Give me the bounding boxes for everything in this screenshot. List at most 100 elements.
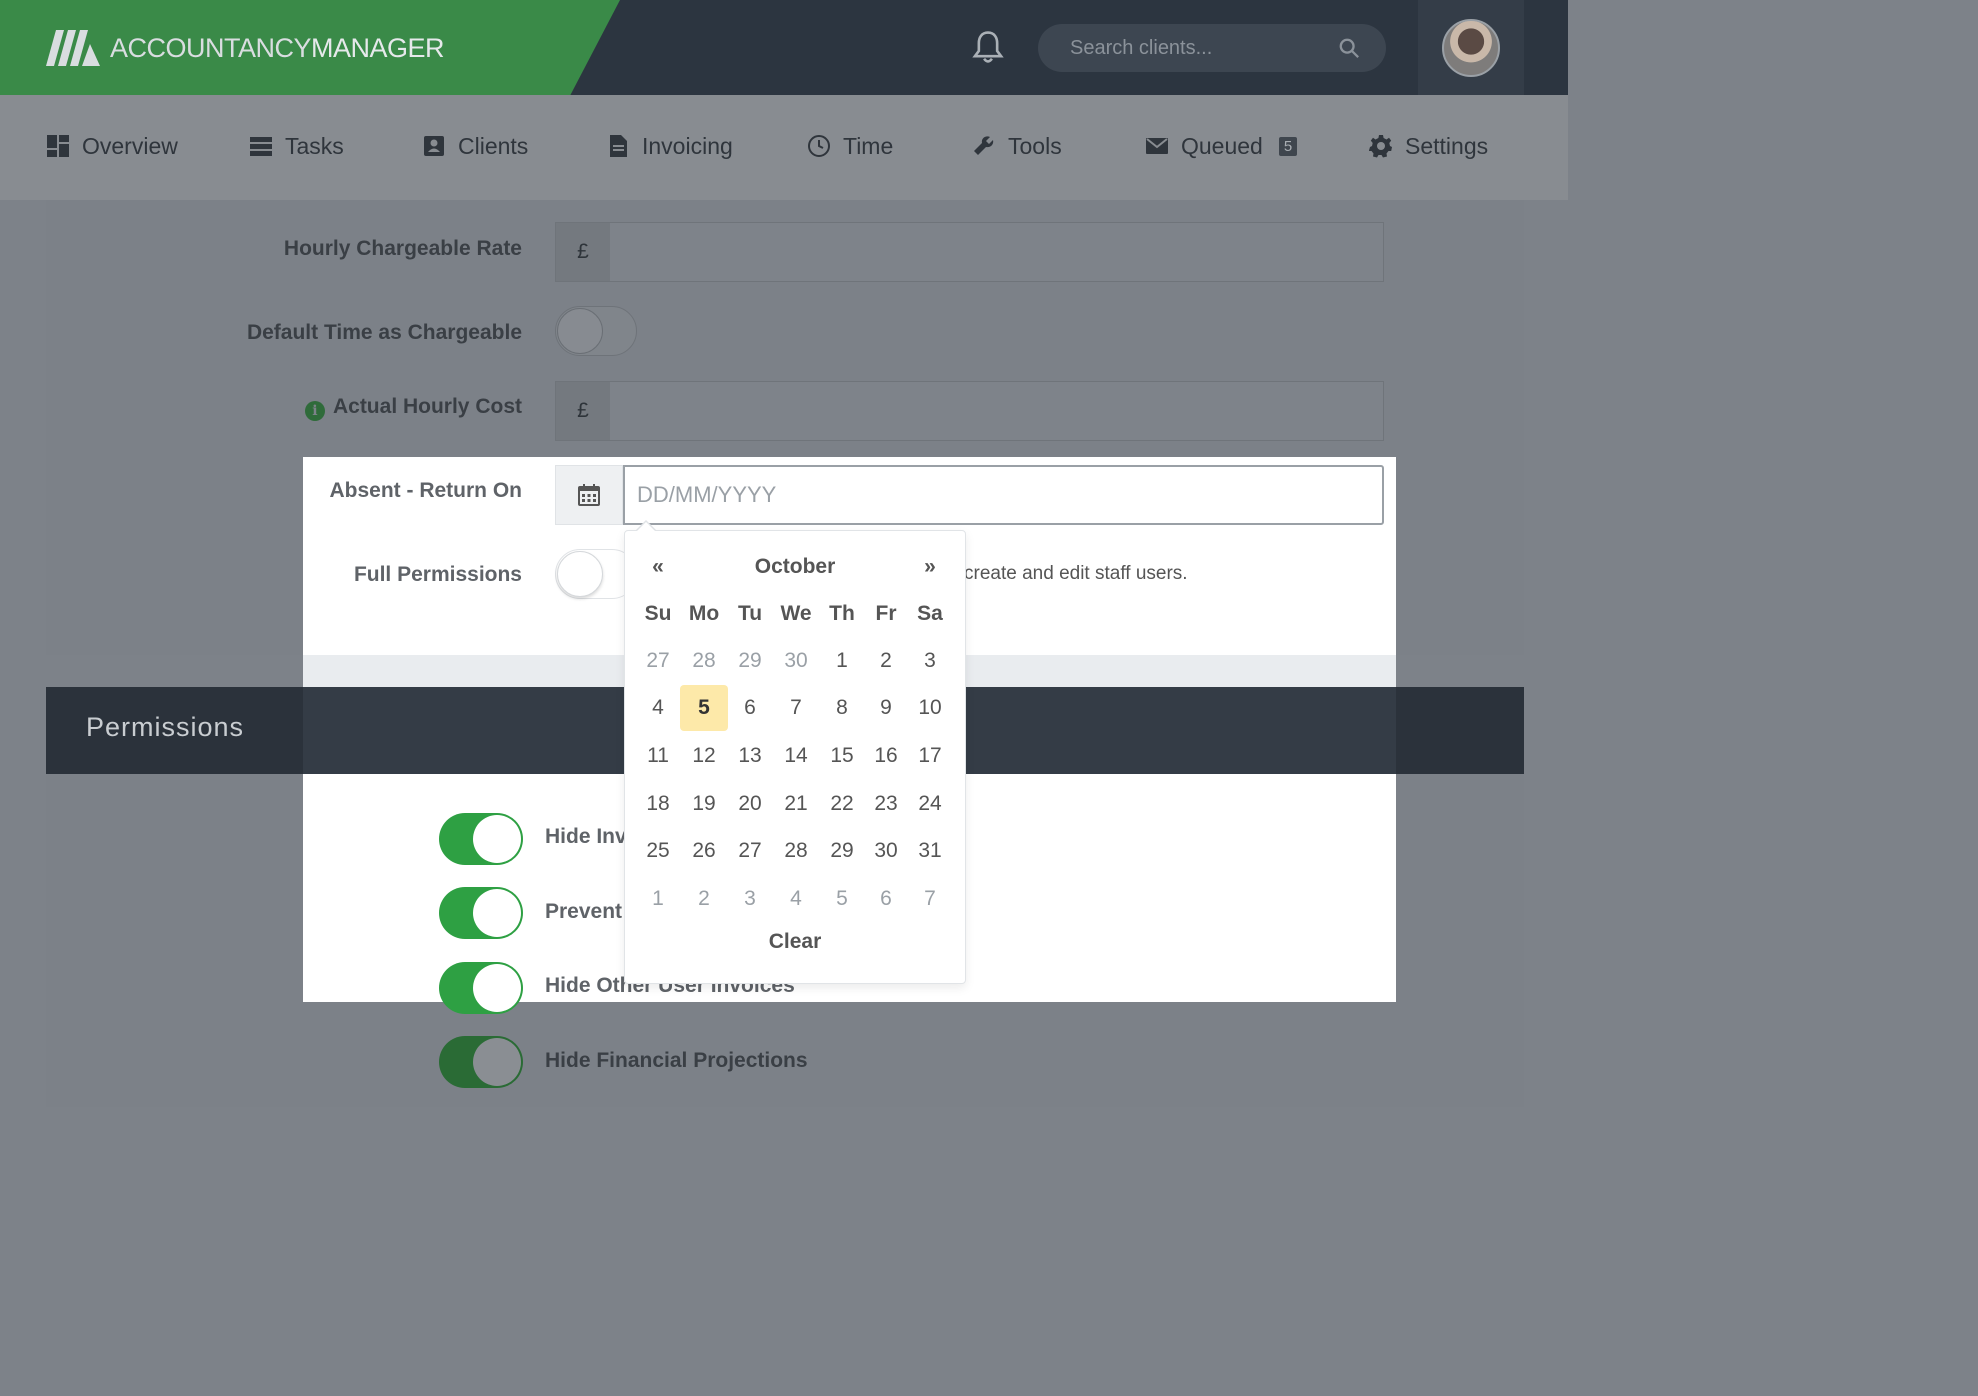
datepicker-clear-button[interactable]: Clear <box>624 930 966 954</box>
actual-cost-label: i Actual Hourly Cost <box>304 395 522 421</box>
datepicker-day[interactable]: 1 <box>819 638 865 684</box>
user-menu[interactable] <box>1418 0 1524 95</box>
datepicker-day[interactable]: 9 <box>863 685 909 731</box>
permissions-title: Permissions <box>86 712 245 742</box>
weekday-header: We <box>780 602 812 625</box>
datepicker-day[interactable]: 14 <box>773 733 819 779</box>
toggle-knob <box>473 1038 521 1086</box>
weekday-header: Tu <box>737 602 763 625</box>
datepicker-day[interactable]: 24 <box>907 781 953 827</box>
hide-projections-toggle[interactable] <box>439 1036 523 1088</box>
return-date-input[interactable] <box>623 465 1384 525</box>
hourly-rate-field[interactable] <box>610 222 1384 282</box>
datepicker-day[interactable]: 19 <box>681 781 727 827</box>
datepicker-prev-button[interactable]: « <box>640 555 676 579</box>
dashboard-icon <box>47 135 69 157</box>
datepicker-day[interactable]: 3 <box>727 876 773 922</box>
datepicker-day[interactable]: 26 <box>681 828 727 874</box>
datepicker-day[interactable]: 15 <box>819 733 865 779</box>
datepicker-day[interactable]: 2 <box>681 876 727 922</box>
calendar-icon <box>578 484 600 506</box>
datepicker-day[interactable]: 2 <box>863 638 909 684</box>
datepicker-day[interactable]: 4 <box>773 876 819 922</box>
logo-mark-icon <box>46 30 100 66</box>
hide-invoicing-toggle[interactable] <box>439 813 523 865</box>
datepicker-day[interactable]: 25 <box>635 828 681 874</box>
datepicker-day[interactable]: 8 <box>819 685 865 731</box>
queued-count-badge: 5 <box>1278 136 1298 156</box>
datepicker-day[interactable]: 27 <box>635 638 681 684</box>
calendar-addon[interactable] <box>555 465 623 525</box>
nav-settings[interactable]: Settings <box>1369 130 1488 162</box>
weekday-header: Sa <box>917 602 943 625</box>
datepicker-day[interactable]: 29 <box>727 638 773 684</box>
clients-icon <box>424 136 444 156</box>
datepicker-day[interactable]: 27 <box>727 828 773 874</box>
datepicker-day[interactable]: 17 <box>907 733 953 779</box>
datepicker-day[interactable]: 30 <box>863 828 909 874</box>
datepicker-day[interactable]: 28 <box>773 828 819 874</box>
nav-time[interactable]: Time <box>807 130 893 162</box>
datepicker-day[interactable]: 16 <box>863 733 909 779</box>
datepicker-day[interactable]: 7 <box>907 876 953 922</box>
datepicker-day[interactable]: 28 <box>681 638 727 684</box>
datepicker-arrow-inner <box>637 522 655 531</box>
datepicker-day[interactable]: 29 <box>819 828 865 874</box>
app-logo[interactable]: ACCOUNTANCYMANAGER <box>46 30 445 66</box>
toggle-knob <box>557 308 603 354</box>
logo-text: ACCOUNTANCYMANAGER <box>110 32 445 63</box>
hide-other-invoices-toggle[interactable] <box>439 962 523 1014</box>
nav-invoicing[interactable]: Invoicing <box>606 130 733 162</box>
return-date-field[interactable] <box>625 467 1382 523</box>
datepicker-day[interactable]: 22 <box>819 781 865 827</box>
currency-addon: £ <box>555 381 611 441</box>
nav-tasks[interactable]: Tasks <box>249 130 344 162</box>
weekday-header: Fr <box>875 602 897 625</box>
nav-overview[interactable]: Overview <box>46 130 178 162</box>
datepicker-day[interactable]: 31 <box>907 828 953 874</box>
search-input[interactable]: Search clients... <box>1038 24 1386 72</box>
datepicker-day[interactable]: 18 <box>635 781 681 827</box>
toggle-knob <box>473 815 521 863</box>
datepicker-day[interactable]: 4 <box>635 685 681 731</box>
avatar[interactable] <box>1442 19 1500 77</box>
nav-tools[interactable]: Tools <box>972 130 1062 162</box>
toggle-knob <box>557 551 603 597</box>
search-placeholder: Search clients... <box>1070 37 1213 59</box>
actual-cost-field[interactable] <box>610 381 1384 441</box>
datepicker-day[interactable]: 20 <box>727 781 773 827</box>
datepicker-next-button[interactable]: » <box>912 555 948 579</box>
datepicker-month-title[interactable]: October <box>700 555 890 579</box>
datepicker-day[interactable]: 21 <box>773 781 819 827</box>
currency-addon: £ <box>555 222 611 282</box>
datepicker-day-selected[interactable]: 5 <box>680 685 728 731</box>
wrench-icon <box>974 136 994 155</box>
hourly-rate-label: Hourly Chargeable Rate <box>283 237 522 260</box>
datepicker-day[interactable]: 6 <box>727 685 773 731</box>
full-permissions-label: Full Permissions <box>353 563 522 586</box>
datepicker-day[interactable]: 1 <box>635 876 681 922</box>
datepicker-day[interactable]: 12 <box>681 733 727 779</box>
datepicker-day[interactable]: 7 <box>773 685 819 731</box>
default-chargeable-toggle[interactable] <box>555 306 637 356</box>
info-icon[interactable]: i <box>304 401 325 421</box>
datepicker-day[interactable]: 3 <box>907 638 953 684</box>
nav-queued[interactable]: Queued 5 <box>1145 130 1298 162</box>
datepicker-day[interactable]: 10 <box>907 685 953 731</box>
datepicker-day[interactable]: 6 <box>863 876 909 922</box>
default-chargeable-label: Default Time as Chargeable <box>246 321 522 344</box>
datepicker-day[interactable]: 5 <box>819 876 865 922</box>
nav-clients[interactable]: Clients <box>422 130 528 162</box>
prevent-toggle[interactable] <box>439 887 523 939</box>
bell-icon[interactable] <box>972 30 1004 64</box>
datepicker-day[interactable]: 11 <box>635 733 681 779</box>
weekday-header: Su <box>644 602 672 625</box>
toggle-knob <box>473 964 521 1012</box>
search-icon[interactable] <box>1338 37 1360 59</box>
datepicker-day[interactable]: 30 <box>773 638 819 684</box>
permission-label: Hide Inv <box>545 825 627 848</box>
datepicker-day[interactable]: 13 <box>727 733 773 779</box>
document-icon <box>610 135 627 157</box>
full-permissions-help: create and edit staff users. <box>964 563 1188 584</box>
datepicker-day[interactable]: 23 <box>863 781 909 827</box>
